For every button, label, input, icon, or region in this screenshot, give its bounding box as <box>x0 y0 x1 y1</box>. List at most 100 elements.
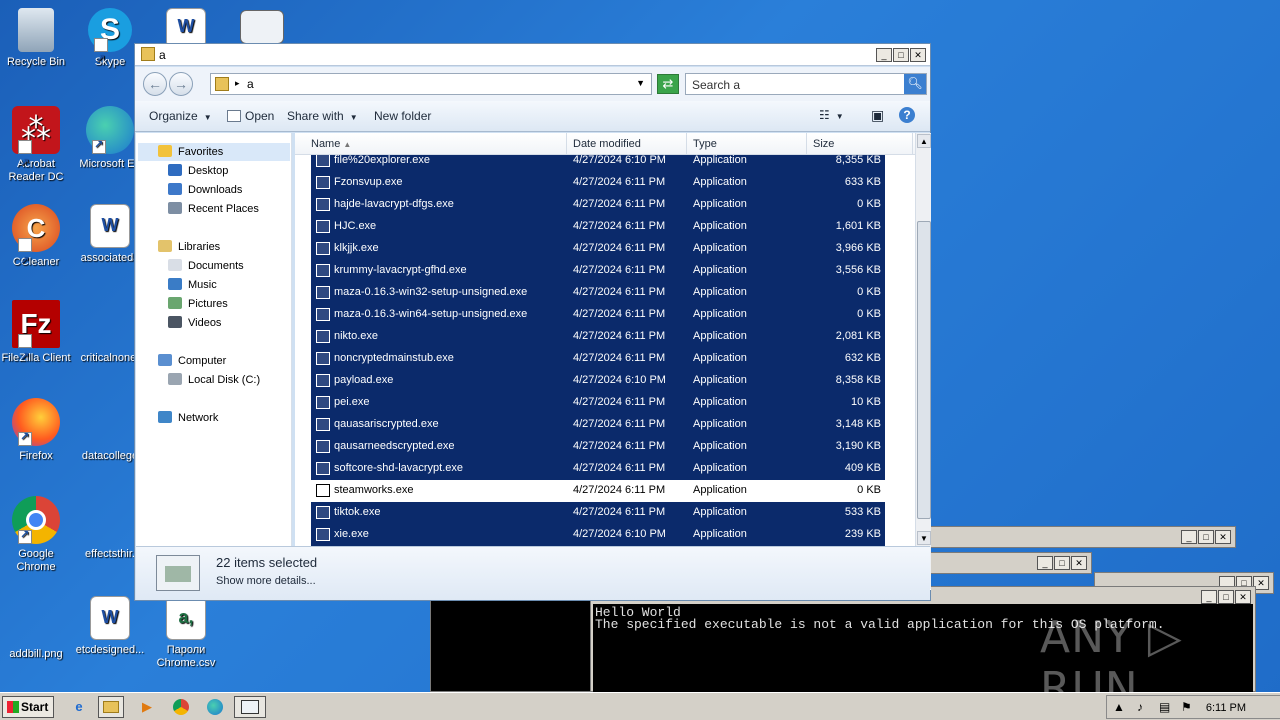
desktop-icon-firefox[interactable]: Firefox <box>0 398 72 463</box>
file-type: Application <box>693 418 747 430</box>
organize-button[interactable]: Organize ▼ <box>149 109 212 123</box>
taskbar-console-icon[interactable] <box>234 696 266 718</box>
file-size: 632 KB <box>844 352 881 364</box>
file-row[interactable]: Fzonsvup.exe 4/27/2024 6:11 PM Application… <box>311 172 885 194</box>
file-row[interactable]: qauasariscrypted.exe 4/27/2024 6:11 PM App… <box>311 414 885 436</box>
nav-pictures[interactable]: Pictures <box>168 297 228 310</box>
forward-button[interactable]: → <box>169 72 193 96</box>
file-row[interactable]: tiktok.exe 4/27/2024 6:11 PM Application 53… <box>311 502 885 524</box>
console-window-back-1[interactable]: _ □ ✕ <box>930 526 1236 548</box>
file-row[interactable]: noncryptedmainstub.exe 4/27/2024 6:11 PM A… <box>311 348 885 370</box>
minimize-button[interactable]: _ <box>876 48 892 62</box>
file-row[interactable]: qausarneedscrypted.exe 4/27/2024 6:11 PM A… <box>311 436 885 458</box>
column-name[interactable]: Name ▲ <box>305 133 567 155</box>
file-row[interactable]: klkjjk.exe 4/27/2024 6:11 PM Application 3,… <box>311 238 885 260</box>
file-row[interactable]: nikto.exe 4/27/2024 6:11 PM Application 2,0… <box>311 326 885 348</box>
console-window-left[interactable] <box>430 600 594 692</box>
scroll-up-icon[interactable]: ▲ <box>917 134 931 148</box>
tray-speaker-icon[interactable]: ♪ <box>1137 700 1143 714</box>
nav-network[interactable]: Network <box>158 411 218 424</box>
new-folder-button[interactable]: New folder <box>374 109 431 123</box>
taskbar-explorer-icon[interactable] <box>98 696 124 718</box>
preview-pane-icon[interactable]: ▣ <box>871 107 884 124</box>
tray-network-icon[interactable]: ▤ <box>1159 700 1170 714</box>
chevron-down-icon[interactable]: ▼ <box>636 78 645 88</box>
breadcrumb[interactable]: a <box>247 77 254 91</box>
scroll-down-icon[interactable]: ▼ <box>917 531 931 545</box>
explorer-window[interactable]: a _ □ ✕ ← → ▸ a ▼ ⇄ Search a 🔍︎ Organize… <box>134 43 931 601</box>
nav-recent-places[interactable]: Recent Places <box>168 202 259 215</box>
tray-expand-icon[interactable]: ▲ <box>1113 700 1125 714</box>
clock[interactable]: 6:11 PM <box>1206 702 1246 714</box>
file-row[interactable]: krummy-lavacrypt-gfhd.exe 4/27/2024 6:11 … <box>311 260 885 282</box>
column-date[interactable]: Date modified <box>567 133 687 155</box>
music-icon <box>168 278 182 290</box>
show-more-details-link[interactable]: Show more details... <box>216 575 316 587</box>
taskbar-media-player-icon[interactable]: ▶ <box>134 696 160 718</box>
file-row[interactable]: hajde-lavacrypt-dfgs.exe 4/27/2024 6:11 P… <box>311 194 885 216</box>
minimize-icon[interactable]: _ <box>1181 530 1197 544</box>
search-input[interactable]: Search a 🔍︎ <box>685 73 927 95</box>
open-button[interactable]: Open <box>227 109 274 123</box>
file-row[interactable]: softcore-shd-lavacrypt.exe 4/27/2024 6:11… <box>311 458 885 480</box>
file-date: 4/27/2024 6:11 PM <box>573 418 666 430</box>
maximize-icon[interactable]: □ <box>1198 530 1214 544</box>
desktop-icon-recycle-bin[interactable]: Recycle Bin <box>0 8 72 69</box>
file-row[interactable]: payload.exe 4/27/2024 6:10 PM Application 8… <box>311 370 885 392</box>
help-icon[interactable]: ? <box>899 107 915 123</box>
console-window-back-2[interactable]: _ □ ✕ <box>930 552 1092 574</box>
desktop-icon-acrobat[interactable]: ⁂ Acrobat Reader DC <box>0 106 72 187</box>
share-with-button[interactable]: Share with ▼ <box>287 109 358 123</box>
desktop-icon-addbill[interactable]: addbill.png <box>0 596 72 661</box>
scroll-thumb[interactable] <box>917 221 931 519</box>
close-button[interactable]: ✕ <box>910 48 926 62</box>
column-type[interactable]: Type <box>687 133 807 155</box>
desktop-icon-chrome[interactable]: Google Chrome <box>0 496 72 574</box>
file-row[interactable]: pei.exe 4/27/2024 6:11 PM Application 10 KB <box>311 392 885 414</box>
taskbar-edge-icon[interactable] <box>202 696 228 718</box>
desktop-icon-label: Google Chrome <box>16 548 56 573</box>
file-row[interactable]: file%20explorer.exe 4/27/2024 6:10 PM Appl… <box>311 155 885 172</box>
close-icon[interactable]: ✕ <box>1215 530 1231 544</box>
column-size[interactable]: Size <box>807 133 913 155</box>
back-button[interactable]: ← <box>143 72 167 96</box>
title-bar[interactable]: a _ □ ✕ <box>135 44 930 66</box>
desktop-icon-filezilla[interactable]: Fz FileZilla Client <box>0 300 72 381</box>
breadcrumb-arrow-icon[interactable]: ▸ <box>235 78 240 89</box>
start-button[interactable]: Start <box>2 696 54 718</box>
tray-flag-icon[interactable]: ⚑ <box>1181 700 1192 714</box>
file-size: 3,556 KB <box>835 264 881 276</box>
desktop-icon-passwords-csv[interactable]: a, Пароли Chrome.csv <box>150 596 222 670</box>
close-icon[interactable]: ✕ <box>1071 556 1087 570</box>
file-row[interactable]: maza-0.16.3-win64-setup-unsigned.exe 4/27… <box>311 304 885 326</box>
view-options-button[interactable]: ☷ ▼ <box>819 108 844 122</box>
minimize-icon[interactable]: _ <box>1201 590 1217 604</box>
nav-downloads[interactable]: Downloads <box>168 183 242 196</box>
maximize-icon[interactable]: □ <box>1218 590 1234 604</box>
refresh-button[interactable]: ⇄ <box>657 74 679 94</box>
file-row[interactable]: xie.exe 4/27/2024 6:10 PM Application 239 K… <box>311 524 885 546</box>
nav-local-disk[interactable]: Local Disk (C:) <box>168 373 260 386</box>
desktop-icon-ccleaner[interactable]: C CCleaner <box>0 204 72 285</box>
taskbar-ie-icon[interactable]: e <box>66 696 92 718</box>
desktop-icon-etcdesigned[interactable]: W etcdesigned... <box>74 596 146 657</box>
word-document-icon: W <box>90 596 130 640</box>
minimize-icon[interactable]: _ <box>1037 556 1053 570</box>
maximize-button[interactable]: □ <box>893 48 909 62</box>
search-icon[interactable]: 🔍︎ <box>904 74 926 94</box>
taskbar-chrome-icon[interactable] <box>168 696 194 718</box>
file-row[interactable]: steamworks.exe 4/27/2024 6:11 PM Applicati… <box>311 480 885 502</box>
nav-desktop[interactable]: Desktop <box>168 164 228 177</box>
nav-computer[interactable]: Computer <box>158 354 226 367</box>
nav-documents[interactable]: Documents <box>168 259 244 272</box>
maximize-icon[interactable]: □ <box>1054 556 1070 570</box>
address-bar[interactable]: ▸ a ▼ <box>210 73 652 95</box>
vertical-scrollbar[interactable]: ▲ ▼ <box>915 133 931 589</box>
file-row[interactable]: HJC.exe 4/27/2024 6:11 PM Application 1,601… <box>311 216 885 238</box>
nav-music[interactable]: Music <box>168 278 217 291</box>
nav-videos[interactable]: Videos <box>168 316 221 329</box>
close-icon[interactable]: ✕ <box>1235 590 1251 604</box>
nav-favorites[interactable]: Favorites <box>158 145 223 158</box>
file-row[interactable]: maza-0.16.3-win32-setup-unsigned.exe 4/27… <box>311 282 885 304</box>
nav-libraries[interactable]: Libraries <box>158 240 220 253</box>
